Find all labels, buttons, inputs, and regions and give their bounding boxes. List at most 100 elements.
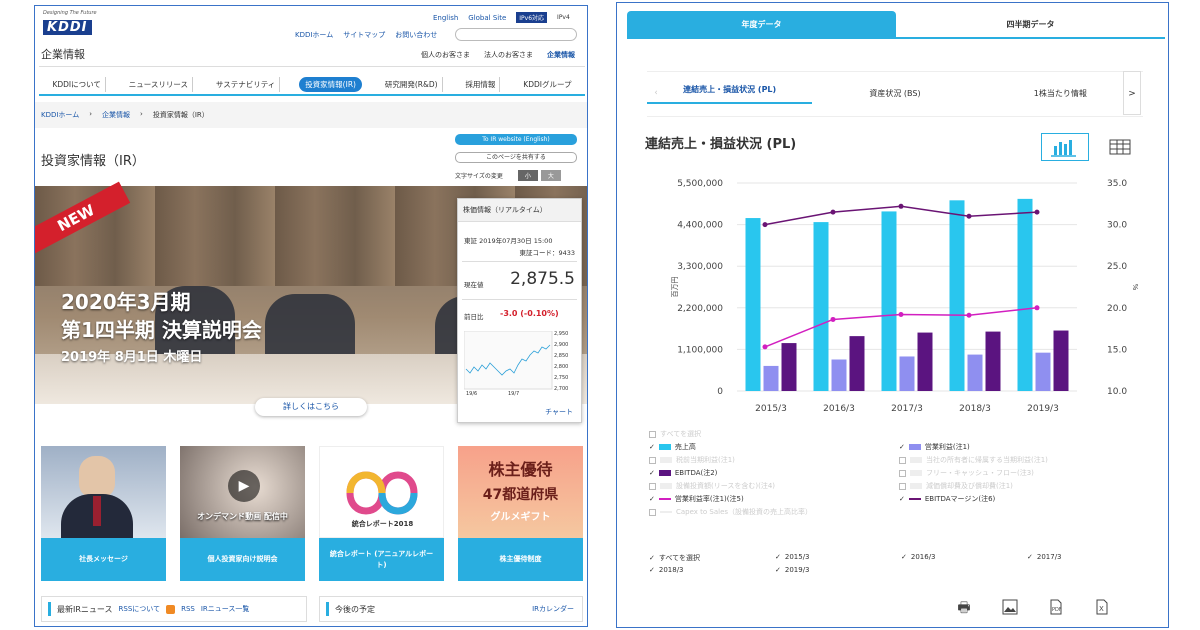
rss-link[interactable]: RSS xyxy=(181,605,195,613)
share-button[interactable]: このページを共有する xyxy=(455,152,577,163)
check-icon: ✓ xyxy=(649,443,655,451)
stock-title: 株価情報（リアルタイム） xyxy=(458,199,581,222)
legend-item[interactable]: ✓ EBITDAマージン(注6) xyxy=(899,494,995,504)
breadcrumb-current: 投資家情報（IR） xyxy=(152,111,209,119)
point-operating-margin xyxy=(898,311,904,317)
detail-button[interactable]: 詳しくはこちら xyxy=(255,398,367,416)
ipv6-badge: IPv6対応 xyxy=(516,12,548,23)
chevron-right-icon[interactable]: > xyxy=(1123,71,1141,115)
legend-item[interactable]: ✓ 売上高 xyxy=(649,442,696,452)
legend-item[interactable]: ✓ 営業利益(注1) xyxy=(899,442,970,452)
legend-item[interactable]: ✓ 営業利益率(注1)(注5) xyxy=(649,494,744,504)
ir-calendar-link[interactable]: IRカレンダー xyxy=(532,604,574,614)
ir-english-button[interactable]: To IR website (English) xyxy=(455,134,577,145)
president-photo xyxy=(41,446,166,538)
corporate-link[interactable]: 企業情報 xyxy=(547,50,575,60)
legend-swatch xyxy=(660,511,672,513)
nav-ir[interactable]: 投資家情報(IR) xyxy=(299,76,362,92)
main-nav: KDDIについて ニュースリリース サステナビリティ 投資家情報(IR) 研究開… xyxy=(39,74,585,96)
nav-about[interactable]: KDDIについて xyxy=(48,76,106,92)
bar-operating-income xyxy=(899,356,915,391)
breadcrumb-corp[interactable]: 企業情報 xyxy=(102,110,130,120)
bar-ebitda xyxy=(1053,330,1069,391)
nav-news[interactable]: ニュースリリース xyxy=(125,76,194,92)
legend-item[interactable]: 税前当期利益(注1) xyxy=(649,455,735,465)
printer-icon[interactable]: 🖶 xyxy=(955,599,973,617)
legend-item[interactable]: 設備投資額(リースを含む)(注4) xyxy=(649,481,775,491)
subtab-per-share[interactable]: 1株当たり情報 xyxy=(978,88,1143,100)
legend-item[interactable]: 減価償却費及び償却費(注1) xyxy=(899,481,1013,491)
legend-select-all[interactable]: すべてを選択 xyxy=(649,429,701,439)
utility-link-home[interactable]: KDDIホーム xyxy=(295,30,333,40)
global-site-link[interactable]: Global Site xyxy=(468,14,506,22)
check-icon: ✓ xyxy=(775,553,781,561)
utility-link-contact[interactable]: お問い合わせ xyxy=(395,30,437,40)
personal-link[interactable]: 個人のお客さま xyxy=(421,50,470,60)
check-icon: ✓ xyxy=(649,469,655,477)
table-view-button[interactable] xyxy=(1109,139,1131,159)
tile-integrated-report[interactable]: 統合レポート2018 統合レポート (アニュアルレポート) xyxy=(319,446,444,581)
tile-shareholder-benefits[interactable]: 株主優待 47都道府県 グルメギフト 株主優待制度 xyxy=(458,446,583,581)
year-select-all[interactable]: ✓ すべてを選択 xyxy=(649,553,700,563)
financial-data-panel: 年度データ 四半期データ ‹ 連結売上・損益状況 (PL) 資産状況 (BS) … xyxy=(616,2,1169,628)
excel-icon[interactable]: X xyxy=(1093,599,1111,617)
english-link[interactable]: English xyxy=(433,14,458,22)
legend-item[interactable]: フリー・キャッシュ・フロー(注3) xyxy=(899,468,1034,478)
year-2016[interactable]: ✓ 2016/3 xyxy=(901,553,936,561)
subtab-pl[interactable]: 連結売上・損益状況 (PL) xyxy=(647,84,813,104)
stock-price: 2,875.5 xyxy=(510,269,575,289)
tile-individual-briefing[interactable]: ▶ オンデマンド動画 配信中 個人投資家向け説明会 xyxy=(180,446,305,581)
checkbox-icon xyxy=(649,508,656,516)
rss-about-link[interactable]: RSSについて xyxy=(119,604,161,614)
font-large-button[interactable]: 大 xyxy=(540,170,561,181)
report-cover: 統合レポート2018 xyxy=(319,446,444,538)
tab-annual[interactable]: 年度データ xyxy=(627,11,896,39)
checkbox-icon xyxy=(899,482,906,490)
y-tick-label: 2,200,000 xyxy=(677,304,723,314)
bar-chart-view-button[interactable] xyxy=(1041,133,1089,161)
tile-label: 統合レポート (アニュアルレポート) xyxy=(319,538,444,581)
svg-text:X: X xyxy=(1099,605,1104,613)
utility-link-sitemap[interactable]: サイトマップ xyxy=(343,30,385,40)
legend-item[interactable]: 当社の所有者に帰属する当期利益(注1) xyxy=(899,455,1048,465)
chart-link[interactable]: チャート xyxy=(545,407,573,417)
pdf-icon[interactable]: PDF xyxy=(1047,599,1065,617)
divider xyxy=(39,66,585,67)
statement-tabs: 連結売上・損益状況 (PL) 資産状況 (BS) 1株当たり情報 xyxy=(647,71,1143,117)
business-link[interactable]: 法人のお客さま xyxy=(484,50,533,60)
legend-item[interactable]: ✓ EBITDA(注2) xyxy=(649,468,717,478)
tab-quarterly[interactable]: 四半期データ xyxy=(896,11,1165,39)
point-operating-margin xyxy=(830,316,836,322)
font-small-button[interactable]: 小 xyxy=(517,170,538,181)
corp-title: 企業情報 xyxy=(41,48,85,61)
y2-tick-label: 25.0 xyxy=(1107,262,1127,272)
tile-president-message[interactable]: 社長メッセージ xyxy=(41,446,166,581)
legend-label: 設備投資額(リースを含む)(注4) xyxy=(676,482,776,490)
search-input[interactable] xyxy=(455,28,577,41)
breadcrumb-home[interactable]: KDDIホーム xyxy=(41,110,79,120)
year-2019[interactable]: ✓ 2019/3 xyxy=(775,566,810,574)
pl-chart: 5,500,000 4,400,000 3,300,000 2,200,000 1,10… xyxy=(671,179,1139,414)
export-icons: 🖶 PDF X xyxy=(955,599,1111,617)
legend-item[interactable]: Capex to Sales（設備投資の売上高比率） xyxy=(649,507,812,517)
news-list-link[interactable]: IRニュース一覧 xyxy=(201,604,250,614)
spark-ytick: 2,900 xyxy=(554,342,569,348)
spark-xtick: 19/7 xyxy=(508,391,520,397)
nav-group[interactable]: KDDIグループ xyxy=(519,77,575,92)
bar-ebitda xyxy=(849,336,865,391)
check-icon: ✓ xyxy=(649,566,655,574)
nav-recruit[interactable]: 採用情報 xyxy=(461,76,501,92)
subtab-bs[interactable]: 資産状況 (BS) xyxy=(812,88,977,100)
hero-line2: 第1四半期 決算説明会 xyxy=(61,318,262,342)
checkbox-icon xyxy=(649,456,656,464)
year-2018[interactable]: ✓ 2018/3 xyxy=(649,566,684,574)
year-2015[interactable]: ✓ 2015/3 xyxy=(775,553,810,561)
kddi-logo[interactable]: Designing The Future KDDI xyxy=(43,10,99,35)
year-2017[interactable]: ✓ 2017/3 xyxy=(1027,553,1062,561)
point-ebitda-margin xyxy=(1034,209,1040,215)
audience-links: 個人のお客さま 法人のお客さま 企業情報 xyxy=(421,50,575,60)
image-icon[interactable] xyxy=(1001,599,1019,617)
rss-icon[interactable] xyxy=(166,604,176,614)
nav-rd[interactable]: 研究開発(R&D) xyxy=(381,76,443,92)
nav-sustainability[interactable]: サステナビリティ xyxy=(212,76,281,92)
